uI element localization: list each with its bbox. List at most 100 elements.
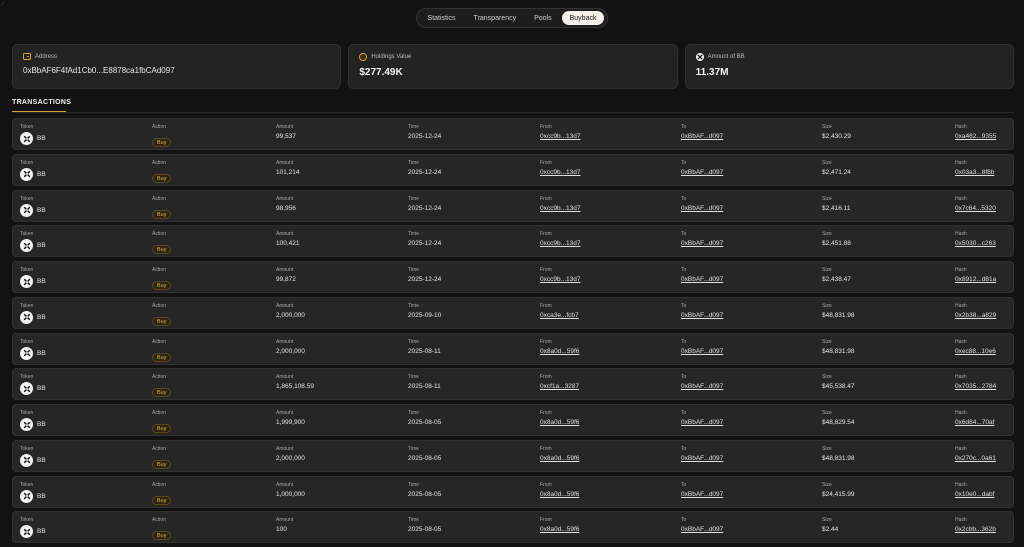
from-address-link[interactable]: 0xcc9b...13d7 [540, 131, 580, 142]
token-label: Token [20, 445, 34, 452]
to-address-link[interactable]: 0xBbAF...d097 [681, 238, 723, 249]
to-address-link[interactable]: 0xBbAF...d097 [681, 346, 723, 357]
from-label: From [540, 374, 552, 381]
from-address-link[interactable]: 0x8a0d...59f6 [540, 417, 579, 428]
from-label: From [540, 267, 552, 273]
hash-link[interactable]: 0x2b38...a829 [955, 310, 996, 321]
tab-statistics[interactable]: Statistics [420, 11, 464, 25]
hash-link[interactable]: 0x270c...0a61 [955, 453, 996, 464]
transaction-row[interactable]: Token BB Action Buy Amount 100 Time 2025… [12, 511, 1014, 544]
time-cell: Time 2025-12-24 [408, 160, 441, 178]
action-label: Action [152, 517, 166, 524]
time-value: 2025-08-05 [408, 454, 442, 462]
amount-value: 1,000,000 [276, 490, 305, 498]
hash-link[interactable]: 0x6d84...70af [955, 417, 994, 428]
hash-link[interactable]: 0x8912...d81a [955, 274, 996, 285]
token-symbol: BB [37, 349, 46, 357]
transactions-title[interactable]: TRANSACTIONS [12, 99, 71, 106]
bb-token-icon [20, 275, 33, 288]
to-label: To [681, 195, 687, 202]
token-label: Token [20, 195, 34, 202]
action-label: Action [152, 338, 166, 345]
hash-link[interactable]: 0xec88...10e6 [955, 346, 996, 357]
to-address-link[interactable]: 0xBbAF...d097 [681, 203, 723, 214]
hash-link[interactable]: 0x10e0...dabf [955, 489, 994, 500]
action-cell: Action Buy [152, 517, 172, 542]
hash-label: Hash [955, 481, 967, 488]
from-address-link[interactable]: 0x8a0d...59f6 [540, 524, 579, 535]
to-label: To [681, 159, 687, 166]
token-symbol: BB [37, 170, 46, 178]
to-address-link[interactable]: 0xBbAF...d097 [681, 167, 723, 178]
action-badge: Buy [152, 209, 172, 219]
action-cell: Action Buy [152, 482, 172, 507]
to-address-link[interactable]: 0xBbAF...d097 [681, 274, 723, 285]
transaction-row[interactable]: Token BB Action Buy Amount 2,000,000 Tim… [12, 332, 1014, 365]
from-address-link[interactable]: 0xcf1a...3287 [540, 381, 579, 392]
to-address-link[interactable]: 0xBbAF...d097 [681, 417, 723, 428]
size-label: Size [822, 124, 832, 130]
amount-cell: Amount 101,214 [276, 160, 300, 178]
size-value: $48,831.98 [822, 454, 855, 462]
time-value: 2025-08-11 [408, 347, 441, 355]
bb-token-icon [20, 525, 33, 539]
token-symbol: BB [37, 421, 46, 428]
time-label: Time [408, 231, 419, 238]
tab-pools[interactable]: Pools [526, 11, 560, 25]
from-address-link[interactable]: 0x8a0d...59f6 [540, 453, 579, 464]
hash-link[interactable]: 0x7035...2784 [955, 381, 996, 392]
to-cell: To 0xBbAF...d097 [681, 374, 723, 392]
from-address-link[interactable]: 0xcc9b...13d7 [540, 274, 580, 285]
size-cell: Size $48,829.54 [822, 410, 855, 428]
to-address-link[interactable]: 0xBbAF...d097 [681, 310, 723, 321]
token-symbol: BB [37, 385, 46, 393]
hash-link[interactable]: 0x2cbb...362b [955, 524, 996, 535]
from-cell: From 0xcc9b...13d7 [540, 160, 580, 178]
transaction-row[interactable]: Token BB Action Buy Amount 1,000,000 Tim… [12, 475, 1014, 508]
to-cell: To 0xBbAF...d097 [681, 482, 723, 500]
hash-label: Hash [955, 195, 967, 202]
transaction-row[interactable]: Token BB Action Buy Amount 2,000,000 Tim… [12, 439, 1014, 472]
token-label: Token [20, 159, 34, 166]
bb-token-icon [20, 453, 33, 467]
transaction-row[interactable]: Token BB Action Buy Amount 2,000,000 Tim… [12, 296, 1014, 329]
amount-label: Amount [276, 302, 294, 309]
size-cell: Size $24,415.99 [822, 482, 855, 500]
tab-transparency[interactable]: Transparency [466, 11, 525, 25]
transaction-row[interactable]: Token BB Action Buy Amount 1,999,900 Tim… [12, 404, 1014, 436]
transaction-row[interactable]: Token BB Action Buy Amount 1,865,108.59 … [12, 368, 1014, 401]
to-address-link[interactable]: 0xBbAF...d097 [681, 453, 723, 464]
size-value: $2.44 [822, 526, 839, 534]
token-cell: Token BB [20, 231, 46, 253]
wallet-icon [23, 53, 31, 60]
from-address-link[interactable]: 0xcc9b...13d7 [540, 203, 580, 214]
time-cell: Time 2025-08-11 [408, 374, 441, 392]
transaction-row[interactable]: Token BB Action Buy Amount 101,214 Time … [12, 153, 1014, 186]
from-address-link[interactable]: 0xca3e...fcb7 [540, 310, 579, 321]
token-info: BB [20, 310, 46, 324]
to-address-link[interactable]: 0xBbAF...d097 [681, 131, 723, 142]
transaction-row[interactable]: Token BB Action Buy Amount 98,956 Time 2… [12, 189, 1014, 222]
tab-buyback[interactable]: Buyback [561, 11, 605, 25]
transaction-row[interactable]: Token BB Action Buy Amount 99,537 Time 2… [12, 118, 1014, 150]
to-label: To [681, 267, 687, 273]
transactions-divider [12, 112, 1014, 113]
to-address-link[interactable]: 0xBbAF...d097 [681, 381, 723, 392]
hash-link[interactable]: 0x03a3...8f8b [955, 167, 994, 178]
hash-link[interactable]: 0x7c64...5320 [955, 203, 996, 214]
from-address-link[interactable]: 0xcc9b...13d7 [540, 238, 580, 249]
amount-card-header: Amount of BB [695, 53, 1003, 61]
transaction-row[interactable]: Token BB Action Buy Amount 99,872 Time 2… [12, 261, 1014, 293]
token-cell: Token BB [20, 446, 46, 467]
time-value: 2025-12-24 [408, 133, 442, 140]
hash-link[interactable]: 0x5030...c263 [955, 238, 996, 249]
from-address-link[interactable]: 0x8a0d...59f6 [540, 346, 579, 357]
action-label: Action [152, 195, 166, 202]
from-address-link[interactable]: 0x8a0d...59f6 [540, 489, 579, 500]
to-address-link[interactable]: 0xBbAF...d097 [681, 524, 723, 535]
transaction-row[interactable]: Token BB Action Buy Amount 100,421 Time … [12, 225, 1014, 258]
to-address-link[interactable]: 0xBbAF...d097 [681, 489, 723, 500]
from-address-link[interactable]: 0xcc9b...13d7 [540, 167, 580, 178]
time-cell: Time 2025-08-05 [408, 517, 441, 535]
hash-link[interactable]: 0xa462...9355 [955, 131, 996, 142]
